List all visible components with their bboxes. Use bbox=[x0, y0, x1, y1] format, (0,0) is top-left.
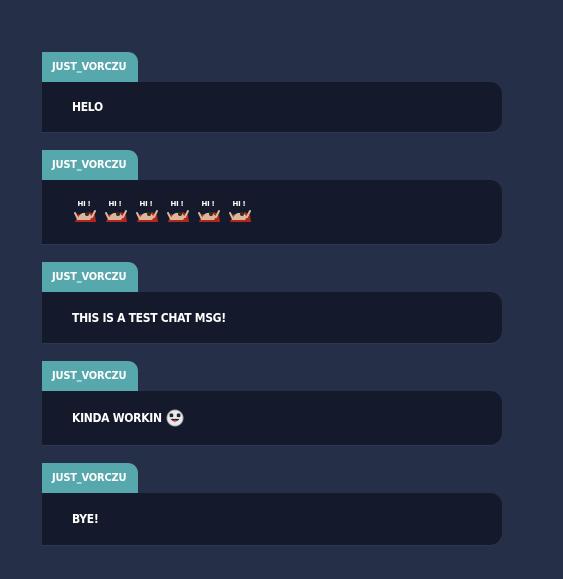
chat-message: JUST_VORCZU HELO bbox=[42, 52, 502, 132]
tongue-face-emoji-icon bbox=[166, 409, 184, 427]
message-text: BYE! bbox=[72, 512, 99, 526]
chat-message: JUST_VORCZU THIS IS A TEST CHAT MSG! bbox=[42, 262, 502, 343]
hi-emote-icon: HI ! bbox=[167, 200, 189, 222]
hi-emote-icon: HI ! bbox=[74, 200, 96, 222]
hi-emote-icon: HI ! bbox=[229, 200, 251, 222]
emote-row: HI ! HI ! HI ! HI ! HI ! HI ! bbox=[72, 198, 258, 227]
emote-caption: HI ! bbox=[202, 200, 215, 208]
username-tag[interactable]: JUST_VORCZU bbox=[42, 262, 139, 292]
chat-message: JUST_VORCZU BYE! bbox=[42, 463, 502, 545]
emote-caption: HI ! bbox=[140, 200, 153, 208]
chat-message: JUST_VORCZU KINDA WORKIN bbox=[42, 361, 502, 445]
message-bubble: KINDA WORKIN bbox=[42, 391, 502, 445]
chat-message: JUST_VORCZU HI ! HI ! HI ! HI ! HI ! HI ! bbox=[42, 150, 502, 244]
message-bubble: HELO bbox=[42, 82, 502, 132]
message-bubble: BYE! bbox=[42, 493, 502, 545]
message-bubble: HI ! HI ! HI ! HI ! HI ! HI ! bbox=[42, 180, 502, 244]
emote-caption: HI ! bbox=[78, 200, 91, 208]
hi-emote-icon: HI ! bbox=[105, 200, 127, 222]
username-tag[interactable]: JUST_VORCZU bbox=[42, 463, 139, 493]
emote-caption: HI ! bbox=[233, 200, 246, 208]
username-tag[interactable]: JUST_VORCZU bbox=[42, 150, 139, 180]
hi-emote-icon: HI ! bbox=[136, 200, 158, 222]
emote-caption: HI ! bbox=[171, 200, 184, 208]
message-text: KINDA WORKIN bbox=[72, 411, 162, 425]
message-text: THIS IS A TEST CHAT MSG! bbox=[72, 310, 226, 325]
username-tag[interactable]: JUST_VORCZU bbox=[42, 361, 139, 391]
username-tag[interactable]: JUST_VORCZU bbox=[42, 52, 139, 82]
chat-feed: JUST_VORCZU HELO JUST_VORCZU HI ! HI ! HI … bbox=[42, 52, 502, 563]
hi-emote-icon: HI ! bbox=[198, 200, 220, 222]
emote-caption: HI ! bbox=[109, 200, 122, 208]
message-text: HELO bbox=[72, 100, 103, 114]
message-bubble: THIS IS A TEST CHAT MSG! bbox=[42, 292, 502, 343]
